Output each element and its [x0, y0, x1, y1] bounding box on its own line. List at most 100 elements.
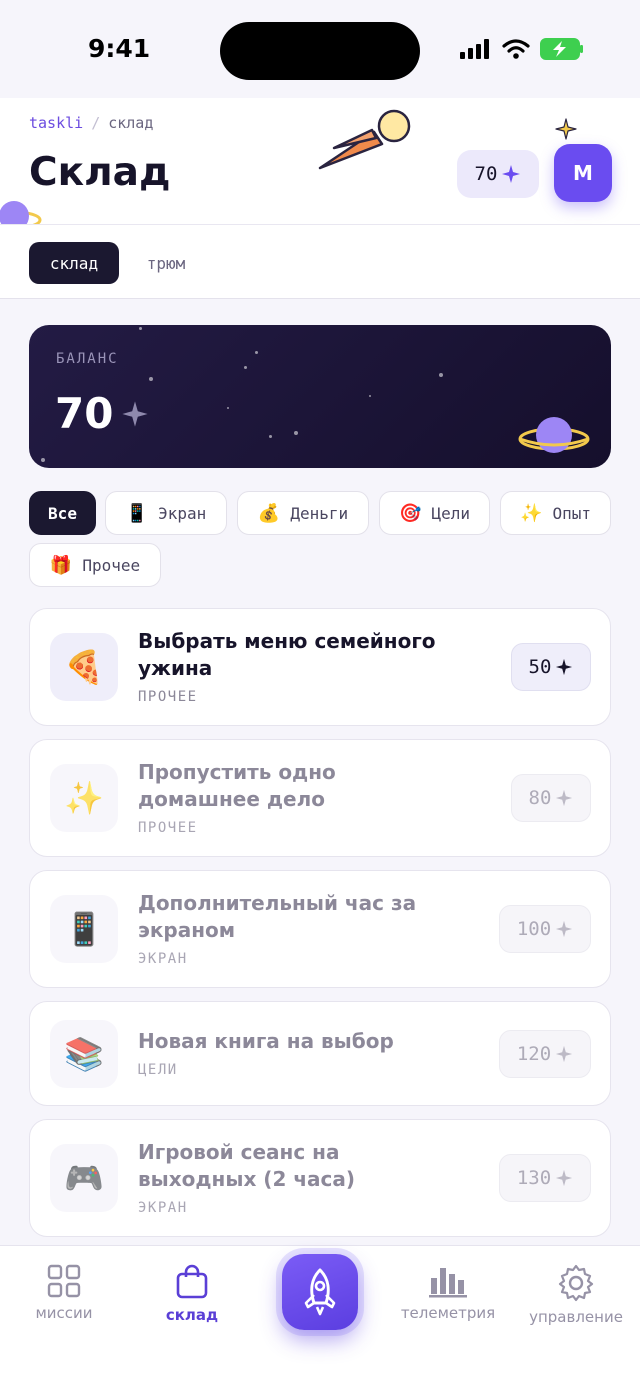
star-icon: [556, 658, 573, 676]
page-title: Склад: [29, 150, 171, 195]
reward-category: ЦЕЛИ: [138, 1062, 178, 1078]
tabs-bar: склад трюм: [0, 224, 640, 299]
reward-item[interactable]: 🎮 Игровой сеанс на выходных (2 часа) ЭКР…: [29, 1119, 611, 1237]
tab-hold[interactable]: трюм: [130, 242, 202, 284]
nav-warehouse[interactable]: склад: [128, 1264, 256, 1324]
bar-chart-icon: [429, 1268, 467, 1298]
phone-icon: 📱: [50, 895, 118, 963]
space-star: [227, 407, 229, 409]
filter-other[interactable]: 🎁 Прочее: [29, 543, 161, 587]
nav-control[interactable]: управление: [512, 1264, 640, 1326]
filter-label: Экран: [158, 503, 207, 523]
space-star: [369, 395, 371, 397]
space-star: [139, 327, 142, 330]
reward-title: Игровой сеанс на выходных (2 часа): [138, 1140, 356, 1191]
breadcrumb-separator: /: [91, 114, 101, 132]
avatar[interactable]: M: [554, 144, 612, 202]
sparkle-icon: [555, 118, 577, 140]
rocket-icon: [304, 1268, 336, 1316]
reward-item[interactable]: 📚 Новая книга на выбор ЦЕЛИ 120: [29, 1001, 611, 1106]
reward-category: ПРОЧЕЕ: [138, 820, 198, 836]
filter-experience[interactable]: ✨ Опыт: [500, 491, 611, 535]
header-balance-pill[interactable]: 70: [457, 150, 539, 198]
reward-price-button[interactable]: 120: [499, 1030, 591, 1078]
nav-missions[interactable]: миссии: [0, 1264, 128, 1322]
tab-warehouse[interactable]: склад: [29, 242, 119, 284]
grid-icon: [47, 1264, 81, 1298]
pizza-icon: 🍕: [50, 633, 118, 701]
breadcrumb-app-link[interactable]: taskli: [29, 114, 83, 132]
comet-illustration: [318, 109, 411, 170]
reward-price: 80: [528, 787, 552, 809]
space-star: [269, 435, 272, 438]
filter-screen[interactable]: 📱 Экран: [105, 491, 227, 535]
reward-price: 120: [516, 1043, 552, 1065]
reward-item[interactable]: ✨ Пропустить одно домашнее дело ПРОЧЕЕ 8…: [29, 739, 611, 857]
sparkles-icon: ✨: [50, 764, 118, 832]
gear-icon: [558, 1264, 594, 1302]
reward-price-button[interactable]: 50: [511, 643, 591, 691]
phone-icon: 📱: [125, 502, 149, 524]
filter-goals[interactable]: 🎯 Цели: [379, 491, 490, 535]
space-star: [244, 366, 247, 369]
wifi-icon: [502, 39, 530, 59]
space-star: [294, 431, 298, 435]
balance-value-row: 70: [55, 389, 149, 438]
space-star: [439, 373, 443, 377]
planet-illustration: [0, 201, 42, 224]
balance-label: БАЛАНС: [56, 351, 119, 367]
nav-label: миссии: [35, 1304, 93, 1322]
filter-money[interactable]: 💰 Деньги: [237, 491, 369, 535]
star-icon: [122, 400, 149, 427]
books-icon: 📚: [50, 1020, 118, 1088]
gift-icon: 🎁: [49, 554, 73, 576]
space-star: [41, 458, 45, 462]
filter-label: Все: [48, 503, 77, 523]
battery-charging-icon: [540, 38, 583, 60]
reward-price: 50: [528, 656, 552, 678]
breadcrumb: taskli / склад: [29, 114, 153, 132]
nav-label: управление: [529, 1308, 623, 1326]
reward-category: ПРОЧЕЕ: [138, 689, 198, 705]
balance-value: 70: [55, 389, 114, 438]
reward-title: Выбрать меню семейного ужина: [138, 629, 436, 680]
star-icon: [556, 1169, 573, 1187]
space-star: [149, 377, 153, 381]
star-icon: [502, 165, 521, 183]
reward-price-button[interactable]: 130: [499, 1154, 591, 1202]
filter-all[interactable]: Все: [29, 491, 96, 535]
reward-price-button[interactable]: 100: [499, 905, 591, 953]
status-bar: 9:41: [0, 0, 640, 98]
reward-item[interactable]: 🍕 Выбрать меню семейного ужина ПРОЧЕЕ 50: [29, 608, 611, 726]
star-icon: [556, 920, 573, 938]
reward-title: Пропустить одно домашнее дело: [138, 760, 336, 811]
launch-rocket-button[interactable]: [282, 1254, 358, 1330]
status-time: 9:41: [88, 34, 151, 63]
shopping-bag-icon: [176, 1264, 208, 1299]
reward-title: Дополнительный час за экраном: [138, 891, 417, 942]
filter-label: Опыт: [552, 503, 591, 523]
dynamic-island: [220, 22, 420, 80]
filter-label: Прочее: [82, 555, 141, 575]
cellular-signal-icon: [460, 39, 489, 59]
reward-price: 100: [516, 918, 552, 940]
reward-title: Новая книга на выбор: [138, 1029, 394, 1053]
reward-price: 130: [516, 1167, 552, 1189]
sparkles-icon: ✨: [520, 502, 543, 524]
reward-category: ЭКРАН: [138, 951, 188, 967]
bottom-nav: миссии склад телеметрия управление: [0, 1245, 640, 1391]
space-star: [255, 351, 258, 354]
nav-telemetry[interactable]: телеметрия: [384, 1264, 512, 1322]
reward-category: ЭКРАН: [138, 1200, 188, 1216]
header: taskli / склад Склад 70 M: [0, 98, 640, 224]
nav-label: телеметрия: [400, 1304, 496, 1322]
reward-price-button[interactable]: 80: [511, 774, 591, 822]
breadcrumb-current: склад: [108, 114, 154, 132]
header-balance-value: 70: [474, 163, 498, 185]
status-icons: [460, 38, 584, 60]
filter-label: Деньги: [290, 503, 349, 523]
target-icon: 🎯: [399, 502, 422, 524]
star-icon: [556, 1045, 573, 1063]
reward-item[interactable]: 📱 Дополнительный час за экраном ЭКРАН 10…: [29, 870, 611, 988]
planet-icon: [518, 417, 590, 453]
